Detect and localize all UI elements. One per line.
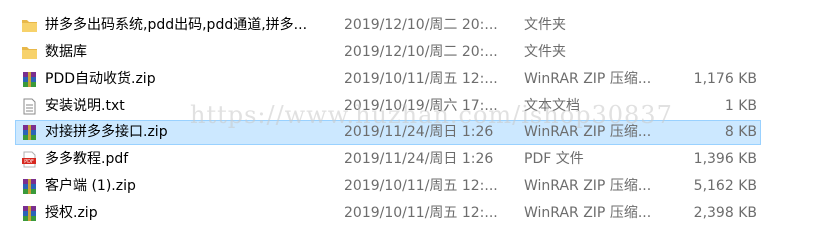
file-row[interactable]: PDF 多多教程.pdf 2019/11/24/周日 1:26 PDF 文件 1… (15, 147, 761, 172)
file-date: 2019/11/24/周日 1:26 (344, 151, 494, 167)
winrar-archive-icon (21, 71, 38, 88)
file-date: 2019/10/19/周六 17:... (344, 98, 498, 114)
file-name: PDD自动收货.zip (45, 71, 156, 87)
file-date: 2019/10/11/周五 12:... (344, 178, 498, 194)
file-date: 2019/10/11/周五 12:... (344, 71, 498, 87)
file-size: 8 KB (724, 124, 757, 140)
file-size: 5,162 KB (693, 178, 757, 194)
svg-text:PDF: PDF (24, 159, 34, 165)
file-list: 拼多多出码系统,pdd出码,pdd通道,拼多... 2019/12/10/周二 … (0, 0, 840, 249)
file-type: WinRAR ZIP 压缩... (524, 205, 652, 221)
file-size: 1,396 KB (693, 151, 757, 167)
file-row[interactable]: 拼多多出码系统,pdd出码,pdd通道,拼多... 2019/12/10/周二 … (15, 13, 761, 38)
file-type: WinRAR ZIP 压缩... (524, 124, 652, 140)
winrar-archive-icon (21, 124, 38, 141)
winrar-archive-icon (21, 178, 38, 195)
file-name: 安装说明.txt (45, 98, 125, 114)
file-name: 授权.zip (45, 205, 98, 221)
winrar-archive-icon (21, 205, 38, 222)
file-date: 2019/10/11/周五 12:... (344, 205, 498, 221)
file-size: 1 KB (724, 98, 757, 114)
file-size (671, 14, 757, 37)
file-type: WinRAR ZIP 压缩... (524, 71, 652, 87)
file-size (671, 41, 757, 64)
text-document-icon (21, 98, 38, 115)
folder-icon (21, 44, 38, 61)
file-name: 多多教程.pdf (45, 151, 129, 167)
file-type: 文件夹 (524, 44, 566, 60)
file-row-selected[interactable]: 对接拼多多接口.zip 2019/11/24/周日 1:26 WinRAR ZI… (15, 120, 761, 145)
file-row[interactable]: 客户端 (1).zip 2019/10/11/周五 12:... WinRAR … (15, 174, 761, 199)
file-name: 数据库 (45, 44, 87, 60)
folder-icon (21, 17, 38, 34)
file-name: 对接拼多多接口.zip (45, 124, 168, 140)
file-row[interactable]: 安装说明.txt 2019/10/19/周六 17:... 文本文档 1 KB (15, 94, 761, 119)
pdf-icon: PDF (21, 151, 38, 168)
file-date: 2019/12/10/周二 20:... (344, 17, 498, 33)
file-row[interactable]: PDD自动收货.zip 2019/10/11/周五 12:... WinRAR … (15, 67, 761, 92)
file-name: 客户端 (1).zip (45, 178, 136, 194)
file-type: WinRAR ZIP 压缩... (524, 178, 652, 194)
file-type: PDF 文件 (524, 151, 584, 167)
file-size: 2,398 KB (693, 205, 757, 221)
file-date: 2019/11/24/周日 1:26 (344, 124, 494, 140)
file-name: 拼多多出码系统,pdd出码,pdd通道,拼多... (45, 17, 308, 33)
file-size: 1,176 KB (693, 71, 757, 87)
file-row[interactable]: 数据库 2019/12/10/周二 20:... 文件夹 (15, 40, 761, 65)
file-row[interactable]: 授权.zip 2019/10/11/周五 12:... WinRAR ZIP 压… (15, 201, 761, 226)
file-type: 文件夹 (524, 17, 566, 33)
file-date: 2019/12/10/周二 20:... (344, 44, 498, 60)
file-type: 文本文档 (524, 98, 580, 114)
